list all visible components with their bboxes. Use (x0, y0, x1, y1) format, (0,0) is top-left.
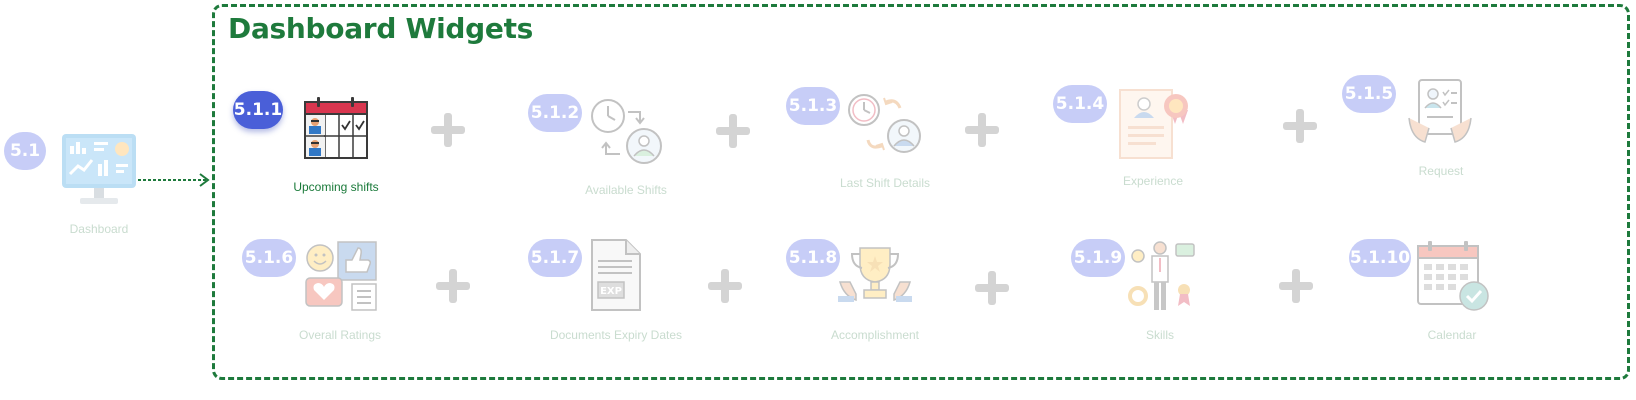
widget-label-calendar[interactable]: Calendar (1352, 328, 1552, 342)
widget-label-accomplishment[interactable]: Accomplishment (775, 328, 975, 342)
plus-icon (708, 269, 742, 303)
widget-badge-documents-expiry[interactable]: 5.1.7 (528, 239, 582, 277)
certificate-icon (1118, 86, 1190, 165)
widget-label-skills[interactable]: Skills (1060, 328, 1260, 342)
widget-label-upcoming-shifts[interactable]: Upcoming shifts (236, 180, 436, 194)
calendar-check-icon (1416, 240, 1490, 317)
trophy-icon (836, 244, 914, 309)
widget-badge-calendar[interactable]: 5.1.10 (1349, 239, 1411, 277)
plus-icon (1279, 269, 1313, 303)
widget-badge-upcoming-shifts[interactable]: 5.1.1 (233, 91, 283, 129)
connector-arrow (138, 173, 210, 187)
root-label: Dashboard (69, 222, 129, 236)
plus-icon (975, 271, 1009, 305)
ratings-feedback-icon (302, 240, 378, 317)
document-exp-icon: EXP (588, 238, 644, 319)
skills-person-icon (1126, 240, 1198, 317)
calendar-shifts-icon (303, 96, 369, 165)
request-form-icon (1405, 78, 1475, 151)
section-title: Dashboard Widgets (228, 12, 534, 45)
widget-label-request[interactable]: Request (1341, 164, 1541, 178)
clock-history-user-icon (846, 92, 922, 161)
widget-badge-accomplishment[interactable]: 5.1.8 (786, 239, 840, 277)
plus-icon (1283, 109, 1317, 143)
widget-label-available-shifts[interactable]: Available Shifts (526, 183, 726, 197)
widget-label-documents-expiry[interactable]: Documents Expiry Dates (516, 328, 716, 342)
svg-text:EXP: EXP (600, 286, 622, 297)
widget-label-last-shift-details[interactable]: Last Shift Details (785, 176, 985, 190)
monitor-dashboard-icon (60, 132, 138, 211)
widget-badge-overall-ratings[interactable]: 5.1.6 (242, 239, 296, 277)
widget-badge-experience[interactable]: 5.1.4 (1053, 85, 1107, 123)
widget-badge-request[interactable]: 5.1.5 (1342, 75, 1396, 113)
plus-icon (965, 113, 999, 147)
widget-badge-skills[interactable]: 5.1.9 (1071, 239, 1125, 277)
plus-icon (431, 113, 465, 147)
widget-label-experience[interactable]: Experience (1053, 174, 1253, 188)
root-badge: 5.1 (4, 132, 46, 170)
widget-label-overall-ratings[interactable]: Overall Ratings (240, 328, 440, 342)
widget-badge-available-shifts[interactable]: 5.1.2 (528, 94, 582, 132)
plus-icon (716, 114, 750, 148)
plus-icon (436, 269, 470, 303)
clock-user-icon (590, 96, 664, 171)
widget-badge-last-shift-details[interactable]: 5.1.3 (786, 87, 840, 125)
